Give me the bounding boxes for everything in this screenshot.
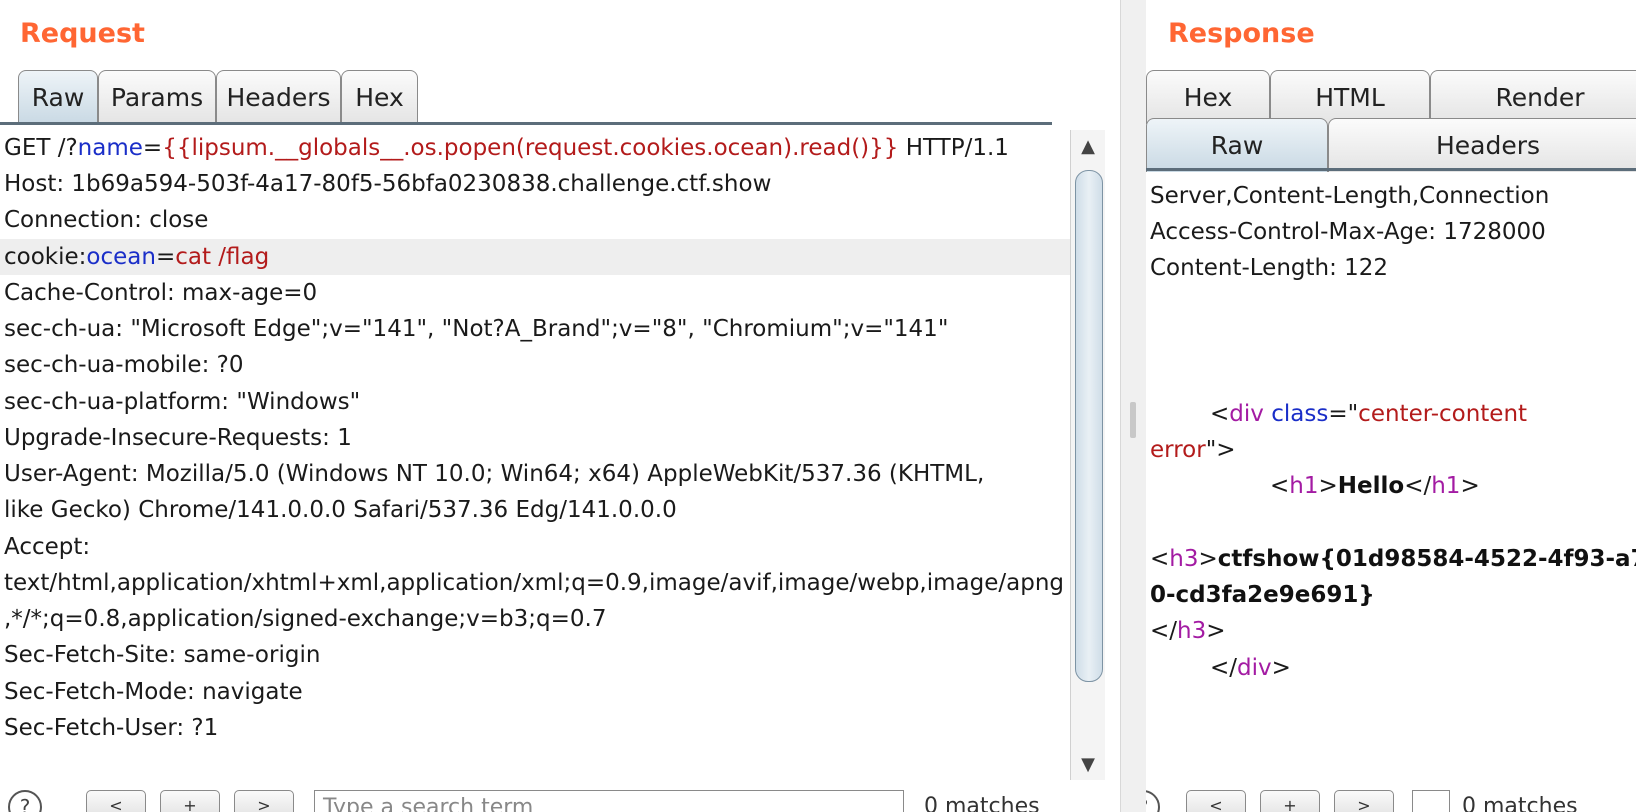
header-line: sec-ch-ua-mobile: ?0 xyxy=(4,352,244,378)
header-line: Sec-Fetch-User: ?1 xyxy=(4,715,219,741)
flag-line: 0-cd3fa2e9e691} xyxy=(1150,582,1375,608)
help-icon[interactable]: ? xyxy=(1146,790,1160,812)
scroll-down-icon[interactable]: ▼ xyxy=(1071,748,1105,780)
prev-match-button[interactable]: < xyxy=(1186,790,1246,812)
header-line: Sec-Fetch-Site: same-origin xyxy=(4,642,321,668)
tab-html[interactable]: HTML xyxy=(1270,70,1430,124)
tab-underline xyxy=(1146,168,1636,171)
tab-raw[interactable]: Raw xyxy=(1146,118,1328,172)
div-open-line-cont: error"> xyxy=(1150,437,1236,463)
host-header: Host: 1b69a594-503f-4a17-80f5-56bfa02308… xyxy=(4,171,772,197)
header-line: Upgrade-Insecure-Requests: 1 xyxy=(4,425,352,451)
header-line: text/html,application/xhtml+xml,applicat… xyxy=(4,570,1064,596)
splitter-grip[interactable] xyxy=(1130,402,1136,438)
header-line: Sec-Fetch-Mode: navigate xyxy=(4,679,303,705)
tab-hex[interactable]: Hex xyxy=(341,70,418,124)
pane-splitter[interactable] xyxy=(1120,0,1148,812)
response-search-bar: ? < + > 0 matches xyxy=(1146,790,1636,812)
tab-params[interactable]: Params xyxy=(98,70,216,124)
help-icon[interactable]: ? xyxy=(8,790,42,812)
response-line: Access-Control-Max-Age: 1728000 xyxy=(1150,219,1546,245)
tab-headers[interactable]: Headers xyxy=(1328,118,1636,172)
header-line: like Gecko) Chrome/141.0.0.0 Safari/537.… xyxy=(4,497,677,523)
header-line: sec-ch-ua: "Microsoft Edge";v="141", "No… xyxy=(4,316,949,342)
request-search-bar: ? < + > Type a search term 0 matches xyxy=(0,790,1120,812)
tab-raw[interactable]: Raw xyxy=(18,70,98,124)
search-input[interactable]: Type a search term xyxy=(314,790,904,812)
h3-line: <h3>ctfshow{01d98584-4522-4f93-a7b xyxy=(1150,546,1636,572)
request-line: GET /?name={{lipsum.__globals__.os.popen… xyxy=(4,135,1009,161)
next-match-button[interactable]: > xyxy=(234,790,294,812)
response-line: Server,Content-Length,Connection xyxy=(1150,183,1550,209)
h3-close-line: </h3> xyxy=(1150,618,1226,644)
scroll-up-icon[interactable]: ▲ xyxy=(1071,130,1105,162)
match-count: 0 matches xyxy=(924,794,1040,812)
div-close-line: </div> xyxy=(1210,655,1291,681)
header-line: Cache-Control: max-age=0 xyxy=(4,280,318,306)
header-line: sec-ch-ua-platform: "Windows" xyxy=(4,389,361,415)
tab-underline xyxy=(0,122,1052,125)
header-line: ,*/*;q=0.8,application/signed-exchange;v… xyxy=(4,606,607,632)
add-button[interactable]: + xyxy=(160,790,220,812)
prev-match-button[interactable]: < xyxy=(86,790,146,812)
response-title: Response xyxy=(1168,18,1315,49)
tab-render[interactable]: Render xyxy=(1430,70,1636,124)
response-line: Content-Length: 122 xyxy=(1150,255,1389,281)
response-pane: Response Hex HTML Render Raw Headers Ser… xyxy=(1146,0,1636,812)
header-line: User-Agent: Mozilla/5.0 (Windows NT 10.0… xyxy=(4,461,985,487)
request-pane: Request Raw Params Headers Hex GET /?nam… xyxy=(0,0,1120,812)
connection-header: Connection: close xyxy=(4,207,209,233)
div-open-line: <div class="center-content xyxy=(1210,401,1528,427)
next-match-button[interactable]: > xyxy=(1334,790,1394,812)
response-editor[interactable]: Server,Content-Length,Connection Access-… xyxy=(1146,174,1636,774)
header-line: Accept: xyxy=(4,534,91,560)
tab-headers[interactable]: Headers xyxy=(216,70,341,124)
search-input[interactable] xyxy=(1412,790,1450,812)
h1-line: <h1>Hello</h1> xyxy=(1270,473,1480,499)
request-scrollbar[interactable]: ▲ ▼ xyxy=(1070,130,1105,780)
add-button[interactable]: + xyxy=(1260,790,1320,812)
cookie-header: cookie:ocean=cat /flag xyxy=(0,239,1070,275)
match-count: 0 matches xyxy=(1462,794,1578,812)
request-editor[interactable]: GET /?name={{lipsum.__globals__.os.popen… xyxy=(0,130,1070,782)
tab-hex[interactable]: Hex xyxy=(1146,70,1270,124)
scroll-thumb[interactable] xyxy=(1075,170,1103,682)
request-title: Request xyxy=(20,18,145,49)
